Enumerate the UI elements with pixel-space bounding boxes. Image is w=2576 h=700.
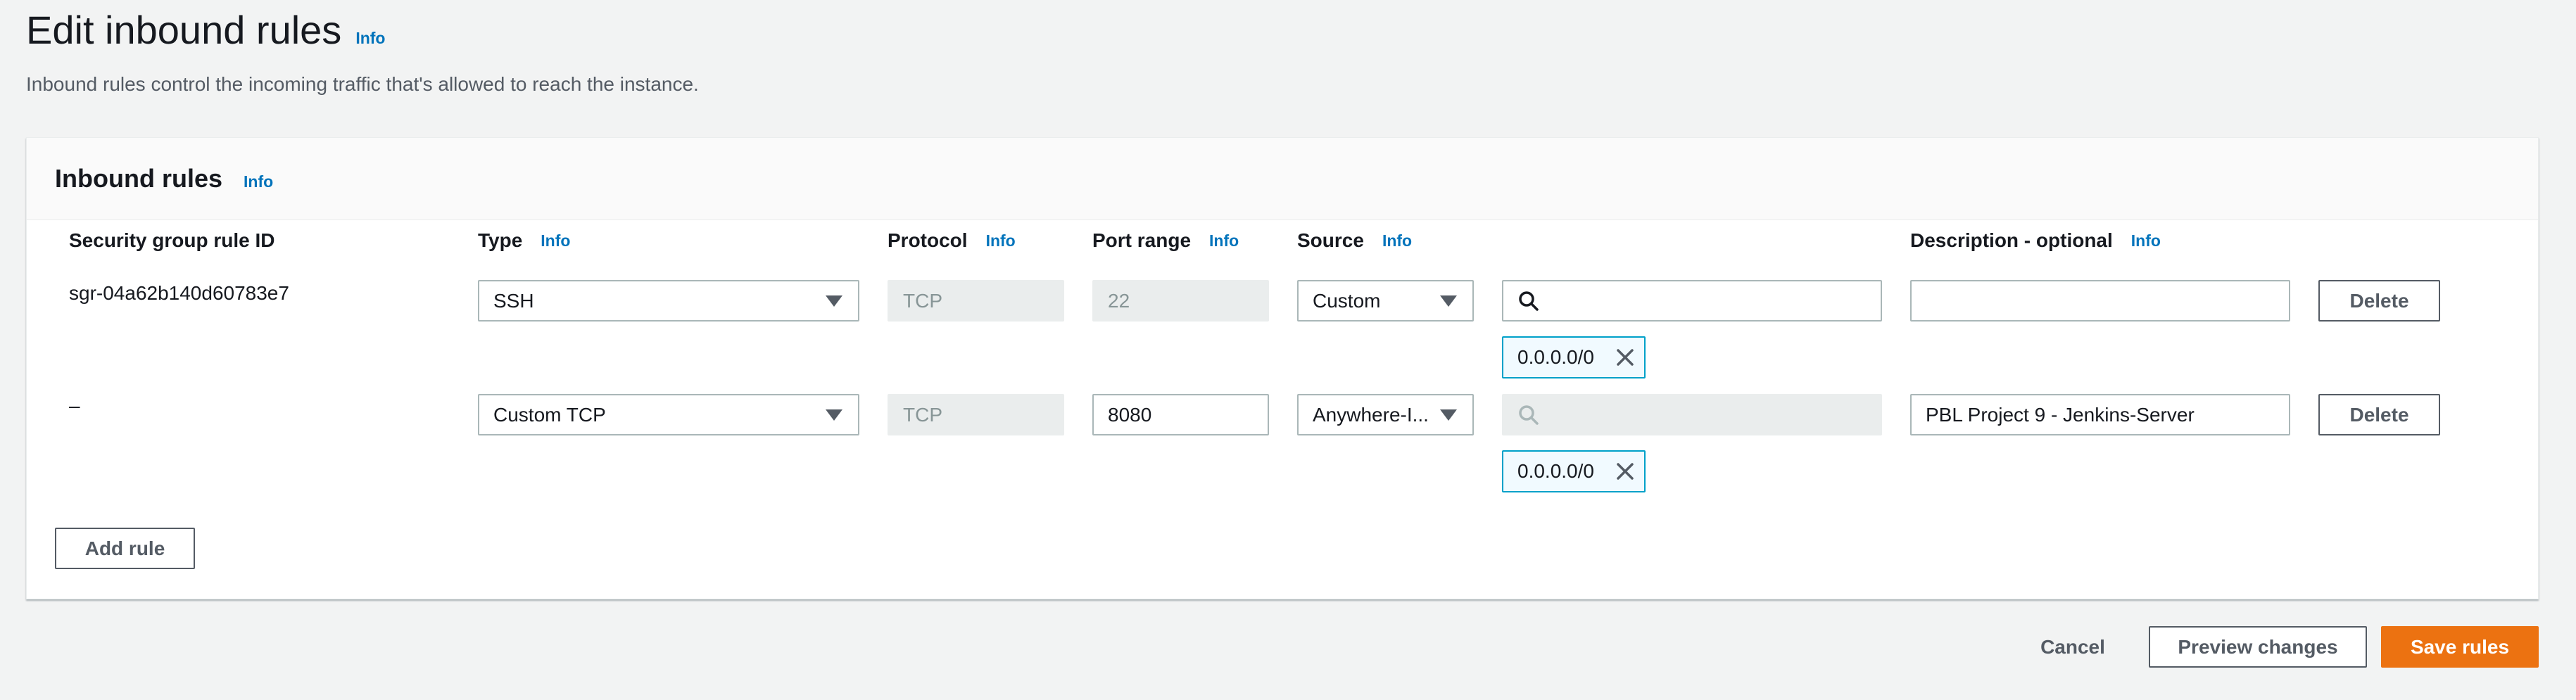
column-header-type: Type Info: [478, 229, 570, 252]
source-info-link[interactable]: Info: [1382, 231, 1412, 250]
search-icon: [1519, 405, 1539, 425]
description-input[interactable]: [1910, 280, 2290, 322]
inbound-rules-panel: Inbound rules Info Security group rule I…: [26, 137, 2539, 599]
column-header-port-range-label: Port range: [1092, 229, 1192, 251]
description-input[interactable]: PBL Project 9 - Jenkins-Server: [1910, 394, 2290, 435]
cidr-token: 0.0.0.0/0: [1502, 450, 1646, 492]
source-select[interactable]: Custom: [1297, 280, 1474, 322]
panel-info-link[interactable]: Info: [244, 172, 273, 191]
source-search-input: [1502, 394, 1882, 435]
source-select-value: Custom: [1313, 289, 1381, 312]
caret-down-icon: [826, 409, 842, 421]
type-info-link[interactable]: Info: [541, 231, 570, 250]
description-info-link[interactable]: Info: [2131, 231, 2161, 250]
source-select[interactable]: Anywhere-I...: [1297, 394, 1474, 435]
delete-rule-button[interactable]: Delete: [2318, 280, 2440, 322]
caret-down-icon: [1440, 409, 1457, 421]
caret-down-icon: [1440, 295, 1457, 307]
column-header-description-label: Description - optional: [1910, 229, 2113, 251]
rule-id-cell: –: [69, 395, 80, 416]
cidr-token-label: 0.0.0.0/0: [1517, 346, 1594, 368]
close-icon[interactable]: [1615, 461, 1636, 482]
preview-changes-button[interactable]: Preview changes: [2149, 626, 2367, 668]
delete-rule-button[interactable]: Delete: [2318, 394, 2440, 435]
protocol-field: TCP: [888, 394, 1064, 435]
cidr-token: 0.0.0.0/0: [1502, 336, 1646, 378]
cancel-button[interactable]: Cancel: [2020, 626, 2126, 668]
protocol-field: TCP: [888, 280, 1064, 322]
type-select[interactable]: Custom TCP: [478, 394, 859, 435]
caret-down-icon: [826, 295, 842, 307]
cidr-token-label: 0.0.0.0/0: [1517, 460, 1594, 482]
column-header-protocol-label: Protocol: [888, 229, 968, 251]
page-title-text: Edit inbound rules: [26, 8, 342, 52]
protocol-info-link[interactable]: Info: [986, 231, 1016, 250]
column-header-rule-id: Security group rule ID: [69, 229, 275, 252]
column-header-type-label: Type: [478, 229, 523, 251]
page-title: Edit inbound rules Info: [26, 7, 385, 53]
type-select-value: SSH: [493, 289, 534, 312]
port-range-input[interactable]: 8080: [1092, 394, 1269, 435]
type-select[interactable]: SSH: [478, 280, 859, 322]
panel-header: Inbound rules Info: [27, 138, 2538, 220]
port-range-info-link[interactable]: Info: [1209, 231, 1239, 250]
type-select-value: Custom TCP: [493, 403, 606, 426]
port-range-field: 22: [1092, 280, 1269, 322]
search-icon: [1519, 291, 1539, 311]
rule-id-cell: sgr-04a62b140d60783e7: [69, 282, 289, 304]
column-header-port-range: Port range Info: [1092, 229, 1239, 252]
column-header-source-label: Source: [1297, 229, 1364, 251]
add-rule-button[interactable]: Add rule: [55, 528, 195, 569]
column-header-source: Source Info: [1297, 229, 1412, 252]
close-icon[interactable]: [1615, 347, 1636, 368]
source-search-input[interactable]: [1502, 280, 1882, 322]
panel-title: Inbound rules: [55, 164, 222, 193]
save-rules-button[interactable]: Save rules: [2381, 626, 2539, 668]
column-header-description: Description - optional Info: [1910, 229, 2161, 252]
page-description: Inbound rules control the incoming traff…: [26, 73, 699, 95]
page-info-link[interactable]: Info: [355, 29, 385, 48]
column-header-protocol: Protocol Info: [888, 229, 1016, 252]
column-header-rule-id-label: Security group rule ID: [69, 229, 275, 251]
